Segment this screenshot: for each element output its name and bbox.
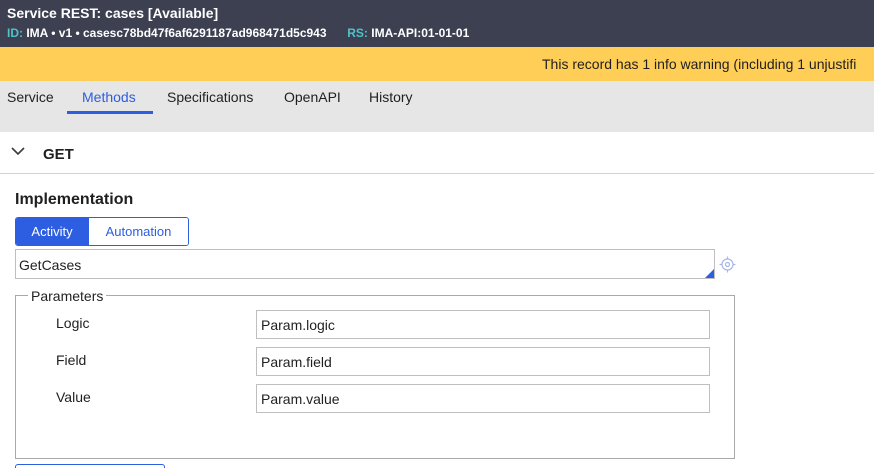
active-tab-indicator	[67, 111, 153, 114]
param-input-value[interactable]: Param.value	[256, 384, 710, 413]
tab-specifications[interactable]: Specifications	[167, 89, 253, 105]
param-label-field: Field	[56, 352, 87, 368]
implementation-label: Implementation	[15, 191, 134, 208]
id-value: IMA • v1 • casesc78bd47f6af6291187ad9684…	[26, 26, 327, 40]
param-value-logic: Param.logic	[261, 317, 335, 333]
tab-bar: Service Methods Specifications OpenAPI H…	[0, 81, 874, 132]
activity-name-value: GetCases	[19, 257, 82, 273]
chevron-down-icon[interactable]	[10, 145, 26, 157]
rs-label: RS:	[347, 26, 368, 40]
partial-button[interactable]	[15, 464, 165, 468]
param-input-field[interactable]: Param.field	[256, 347, 710, 376]
record-title: Service REST: cases [Available]	[7, 5, 219, 21]
tab-openapi[interactable]: OpenAPI	[284, 89, 341, 105]
tab-service[interactable]: Service	[7, 89, 54, 105]
section-header[interactable]: GET	[0, 132, 874, 174]
activity-name-input[interactable]: GetCases	[15, 249, 715, 279]
section-title: GET	[43, 146, 74, 163]
record-header: Service REST: cases [Available] ID: IMA …	[0, 0, 874, 47]
automation-toggle-button[interactable]: Automation	[88, 218, 188, 245]
param-input-logic[interactable]: Param.logic	[256, 310, 710, 339]
tab-history[interactable]: History	[369, 89, 413, 105]
record-meta: ID: IMA • v1 • casesc78bd47f6af6291187ad…	[7, 26, 469, 40]
param-label-logic: Logic	[56, 315, 90, 331]
param-label-value: Value	[56, 389, 91, 405]
id-label: ID:	[7, 26, 23, 40]
param-value-value: Param.value	[261, 391, 340, 407]
param-value-field: Param.field	[261, 354, 332, 370]
autocomplete-corner-icon	[705, 269, 714, 278]
warning-text: This record has 1 info warning (includin…	[542, 56, 857, 72]
implementation-toggle: Activity Automation	[15, 217, 189, 246]
warning-banner[interactable]: This record has 1 info warning (includin…	[0, 47, 874, 81]
parameters-legend: Parameters	[28, 288, 107, 304]
activity-toggle-button[interactable]: Activity	[16, 218, 88, 245]
tab-methods[interactable]: Methods	[82, 89, 136, 105]
crosshair-target-icon[interactable]	[719, 256, 736, 273]
rs-value: IMA-API:01-01-01	[371, 26, 470, 40]
